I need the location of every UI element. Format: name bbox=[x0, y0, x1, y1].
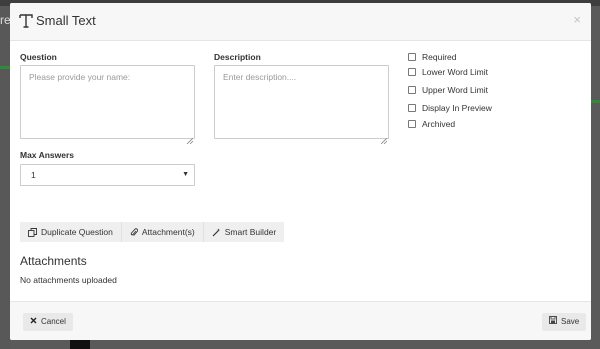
background-accent-bar bbox=[0, 66, 10, 69]
lower-word-limit-checkbox[interactable] bbox=[408, 68, 416, 76]
description-label: Description bbox=[214, 52, 261, 62]
floppy-disk-icon bbox=[549, 313, 557, 331]
background-left-text: re bbox=[0, 13, 10, 27]
option-label: Archived bbox=[422, 119, 456, 129]
close-icon bbox=[30, 313, 37, 331]
resize-handle-icon[interactable] bbox=[186, 131, 194, 145]
attachments-empty-message: No attachments uploaded bbox=[20, 275, 117, 285]
max-answers-value: 1 bbox=[31, 170, 36, 180]
option-label: Display In Preview bbox=[422, 103, 492, 113]
resize-handle-icon[interactable] bbox=[380, 131, 388, 145]
modal-footer: Cancel Save bbox=[10, 301, 591, 340]
question-editor-modal: Small Text × Question Please provide you… bbox=[10, 3, 591, 340]
close-button[interactable]: × bbox=[573, 12, 581, 28]
background-left-edge bbox=[0, 6, 10, 349]
question-input[interactable]: Please provide your name: bbox=[20, 65, 195, 139]
attachments-button[interactable]: Attachment(s) bbox=[121, 222, 204, 242]
option-label: Required bbox=[422, 52, 457, 62]
cancel-label: Cancel bbox=[41, 317, 66, 326]
question-actions: Duplicate Question Attachment(s) Smart B… bbox=[20, 222, 285, 242]
question-label: Question bbox=[20, 52, 57, 62]
paperclip-icon bbox=[130, 227, 138, 237]
duplicate-question-button[interactable]: Duplicate Question bbox=[20, 222, 122, 242]
save-label: Save bbox=[561, 317, 580, 326]
smart-builder-button[interactable]: Smart Builder bbox=[203, 222, 285, 242]
option-label: Upper Word Limit bbox=[422, 85, 488, 95]
magic-wand-icon bbox=[212, 228, 221, 237]
smart-builder-label: Smart Builder bbox=[224, 227, 277, 237]
description-input[interactable]: Enter description.... bbox=[214, 65, 389, 139]
text-type-icon bbox=[19, 13, 33, 29]
attachments-label: Attachment(s) bbox=[141, 227, 195, 237]
duplicate-question-label: Duplicate Question bbox=[41, 227, 113, 237]
upper-word-limit-checkbox[interactable] bbox=[408, 86, 416, 94]
attachments-heading: Attachments bbox=[20, 254, 87, 268]
modal-header: Small Text × bbox=[10, 3, 591, 41]
caret-down-icon: ▼ bbox=[182, 171, 189, 178]
background-accent-bar bbox=[591, 100, 600, 103]
archived-checkbox[interactable] bbox=[408, 120, 416, 128]
modal-title: Small Text bbox=[36, 13, 96, 28]
required-checkbox[interactable] bbox=[408, 53, 416, 61]
save-button[interactable]: Save bbox=[542, 313, 587, 331]
cancel-button[interactable]: Cancel bbox=[23, 313, 73, 331]
option-label: Lower Word Limit bbox=[422, 67, 488, 77]
max-answers-select[interactable]: 1 ▼ bbox=[20, 164, 195, 186]
max-answers-label: Max Answers bbox=[20, 150, 75, 160]
display-in-preview-checkbox[interactable] bbox=[408, 104, 416, 112]
copy-icon bbox=[28, 227, 37, 237]
background-dark-block bbox=[70, 340, 90, 349]
